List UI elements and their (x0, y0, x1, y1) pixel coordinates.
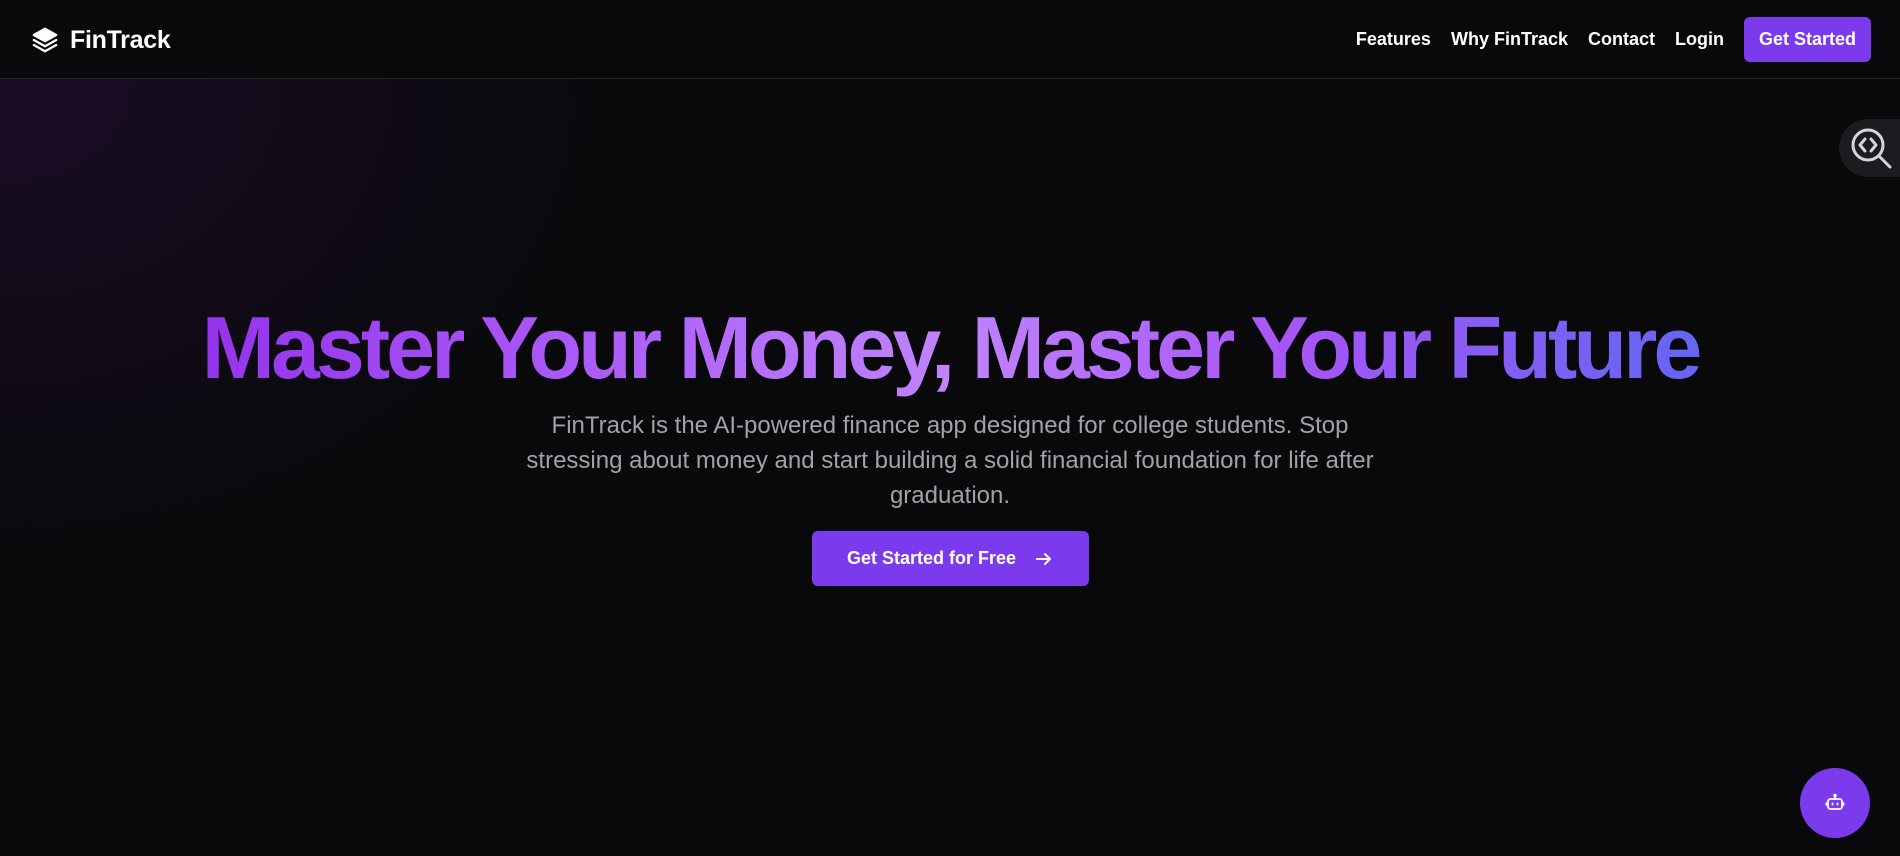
top-navbar: FinTrack Features Why FinTrack Contact L… (0, 0, 1900, 79)
nav-link-features[interactable]: Features (1356, 29, 1431, 50)
nav-link-contact[interactable]: Contact (1588, 29, 1655, 50)
code-search-icon (1851, 128, 1892, 169)
brand-logo-link[interactable]: FinTrack (30, 24, 171, 56)
main-nav: Features Why FinTrack Contact Login Get … (1336, 17, 1871, 62)
hero-cta-label: Get Started for Free (846, 548, 1017, 568)
layers-icon (32, 27, 58, 53)
brand-name: FinTrack (70, 25, 171, 54)
arrow-right-icon (1036, 552, 1052, 565)
hero-title: Master Your Money, Master Your Future (0, 298, 1900, 398)
hero-title-text: Master Your Money, Master Your Future (196, 298, 1705, 397)
inspect-tool-button[interactable] (1839, 119, 1900, 177)
nav-link-why-fintrack[interactable]: Why FinTrack (1451, 29, 1568, 50)
hero-subtitle: FinTrack is the AI-powered finance app d… (526, 412, 1374, 509)
bot-icon (1825, 793, 1845, 810)
get-started-free-button[interactable]: Get Started for Free (812, 531, 1089, 586)
nav-link-login[interactable]: Login (1675, 29, 1724, 50)
get-started-button[interactable]: Get Started (1743, 17, 1871, 62)
chatbot-button[interactable] (1800, 768, 1870, 838)
landing-page: FinTrack Features Why FinTrack Contact L… (0, 0, 1900, 856)
